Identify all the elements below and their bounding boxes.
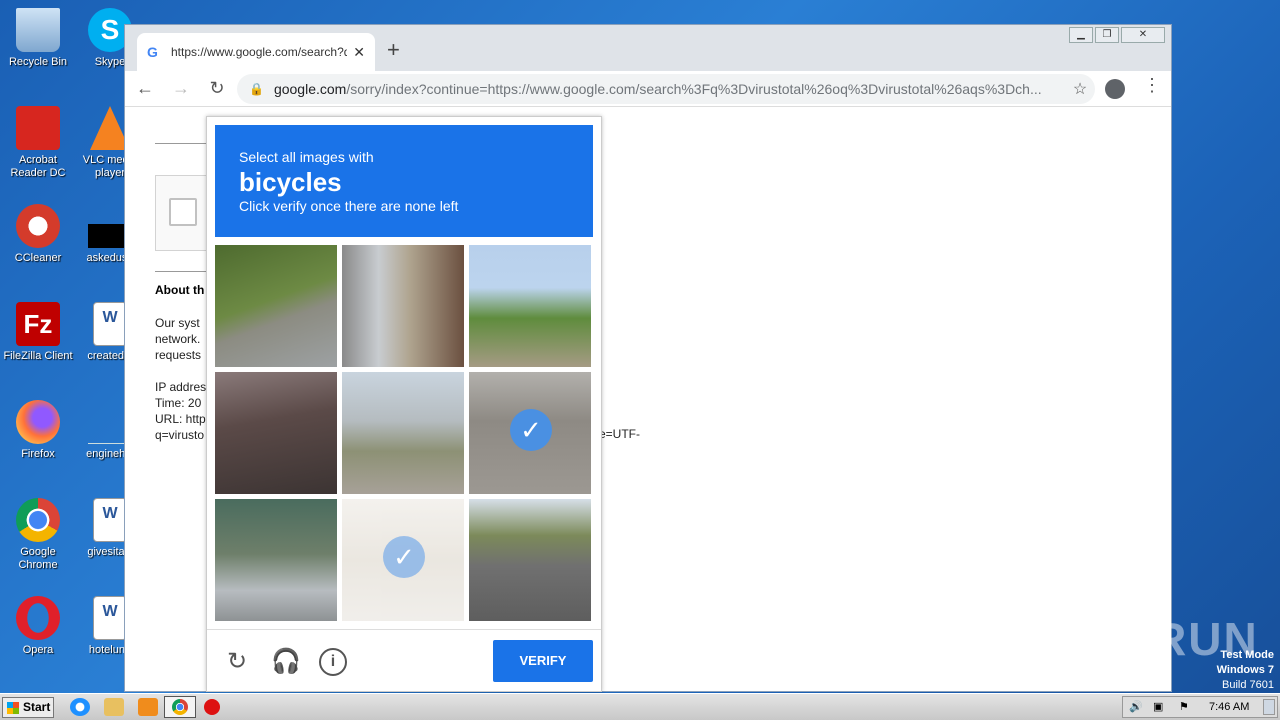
back-button[interactable]: ← xyxy=(129,78,161,99)
recaptcha-checkbox[interactable] xyxy=(169,198,197,226)
volume-icon[interactable]: 🔊 xyxy=(1129,700,1143,713)
opera-icon xyxy=(16,596,60,640)
desktop-icon-label: Recycle Bin xyxy=(8,56,68,68)
acrobat-icon xyxy=(16,106,60,150)
close-window-button[interactable]: ✕ xyxy=(1121,27,1165,43)
desktop-icon-ccleaner[interactable]: CCleaner xyxy=(0,204,76,265)
opera-taskbar-icon[interactable] xyxy=(204,699,220,715)
chrome-icon xyxy=(172,699,188,715)
captcha-footer: ↻ 🎧 i VERIFY xyxy=(207,629,601,691)
lock-icon[interactable]: 🔒 xyxy=(249,82,264,96)
captcha-tile[interactable] xyxy=(215,372,337,494)
browser-toolbar: ← → ↻ 🔒 google.com/sorry/index?continue=… xyxy=(125,71,1171,107)
desktop-icon-label: FileZilla Client xyxy=(3,350,73,362)
explorer-taskbar-icon[interactable] xyxy=(104,698,124,716)
desktop-icon-label: Acrobat Reader DC xyxy=(10,154,66,179)
word-doc-icon: W xyxy=(93,596,127,640)
captcha-tile[interactable] xyxy=(342,372,464,494)
taskbar: Start 🔊 ▣ ⚑ 7:46 AM xyxy=(0,693,1280,720)
chrome-taskbar-button[interactable] xyxy=(164,696,196,718)
show-desktop-button[interactable] xyxy=(1263,699,1275,715)
action-center-flag-icon[interactable]: ⚑ xyxy=(1179,700,1189,713)
about-heading: About th xyxy=(155,283,205,297)
url-domain: google.com xyxy=(273,81,347,97)
firefox-icon xyxy=(16,400,60,444)
windows-logo-icon xyxy=(7,702,19,714)
media-player-taskbar-icon[interactable] xyxy=(138,698,158,716)
network-icon[interactable]: ▣ xyxy=(1153,700,1163,713)
captcha-tile[interactable] xyxy=(469,245,591,367)
selected-check-icon: ✓ xyxy=(383,536,425,578)
url-text[interactable]: google.com/sorry/index?continue=https://… xyxy=(274,81,1065,97)
new-tab-button[interactable]: + xyxy=(387,39,400,61)
desktop-icon-label: Google Chrome xyxy=(18,546,58,571)
browser-titlebar: G https://www.google.com/search?q= ✕ + ▁… xyxy=(125,25,1171,71)
captcha-subinstruction: Click verify once there are none left xyxy=(239,198,459,214)
test-mode-line1: Test Mode xyxy=(1220,649,1274,661)
url-path: /sorry/index?continue=https://www.google… xyxy=(346,81,1042,97)
start-label: Start xyxy=(23,700,51,714)
chrome-icon xyxy=(16,498,60,542)
bookmark-star-icon[interactable]: ☆ xyxy=(1065,79,1095,99)
profile-avatar-icon[interactable] xyxy=(1105,79,1125,99)
address-bar[interactable]: 🔒 google.com/sorry/index?continue=https:… xyxy=(237,74,1095,104)
recycle-bin-icon xyxy=(16,8,60,52)
test-mode-line2: Windows 7 xyxy=(1216,664,1274,676)
system-tray: 🔊 ▣ ⚑ 7:46 AM xyxy=(1122,696,1278,718)
desktop-icon-label: Opera xyxy=(22,644,54,656)
browser-tab[interactable]: G https://www.google.com/search?q= ✕ xyxy=(137,33,375,71)
selected-check-icon: ✓ xyxy=(510,409,552,451)
desktop-icon-label: CCleaner xyxy=(14,252,62,264)
captcha-image-grid: ✓ ✓ xyxy=(215,245,593,623)
captcha-keyword: bicycles xyxy=(239,167,342,197)
google-favicon-icon: G xyxy=(147,44,158,60)
desktop-icon-label: Skype xyxy=(94,56,126,68)
ccleaner-icon xyxy=(16,204,60,248)
maximize-button[interactable]: ❐ xyxy=(1095,27,1119,43)
captcha-tile[interactable]: ✓ xyxy=(342,499,464,621)
minimize-button[interactable]: ▁ xyxy=(1069,27,1093,43)
info-icon[interactable]: i xyxy=(319,648,347,676)
word-doc-icon: W xyxy=(93,302,127,346)
tab-close-icon[interactable]: ✕ xyxy=(353,44,365,61)
word-doc-icon: W xyxy=(93,498,127,542)
clock[interactable]: 7:46 AM xyxy=(1209,701,1249,713)
test-mode-label: Test Mode Windows 7 Build 7601 xyxy=(1217,648,1274,693)
audio-challenge-icon[interactable]: 🎧 xyxy=(271,648,301,676)
desktop-icon-chrome[interactable]: Google Chrome xyxy=(0,498,76,572)
forward-button[interactable]: → xyxy=(165,78,197,99)
start-button[interactable]: Start xyxy=(2,697,54,718)
url-fragment-text: e=UTF- xyxy=(599,427,641,441)
desktop-icon-firefox[interactable]: Firefox xyxy=(0,400,76,461)
verify-button[interactable]: VERIFY xyxy=(493,640,593,682)
desktop-icon-opera[interactable]: Opera xyxy=(0,596,76,657)
browser-menu-icon[interactable]: ⋮ xyxy=(1143,75,1161,96)
desktop-icon-label: Firefox xyxy=(21,448,55,460)
reload-button[interactable]: ↻ xyxy=(201,78,233,99)
captcha-tile[interactable] xyxy=(215,245,337,367)
captcha-tile[interactable] xyxy=(342,245,464,367)
captcha-instruction: Select all images with xyxy=(239,149,374,165)
ie-taskbar-icon[interactable] xyxy=(70,698,90,716)
desktop-icon-recycle-bin[interactable]: Recycle Bin xyxy=(0,8,76,69)
filezilla-icon: Fz xyxy=(16,302,60,346)
captcha-header: Select all images with bicycles Click ve… xyxy=(215,125,593,237)
reload-challenge-icon[interactable]: ↻ xyxy=(223,648,251,676)
desktop-icon-filezilla[interactable]: Fz FileZilla Client xyxy=(0,302,76,363)
captcha-tile[interactable] xyxy=(215,499,337,621)
window-controls: ▁ ❐ ✕ xyxy=(1067,27,1165,43)
test-mode-line3: Build 7601 xyxy=(1222,679,1274,691)
desktop-icon-acrobat[interactable]: Acrobat Reader DC xyxy=(0,106,76,180)
tab-title: https://www.google.com/search?q= xyxy=(171,45,348,59)
captcha-tile[interactable]: ✓ xyxy=(469,372,591,494)
captcha-dialog: Select all images with bicycles Click ve… xyxy=(206,116,602,692)
captcha-tile[interactable] xyxy=(469,499,591,621)
